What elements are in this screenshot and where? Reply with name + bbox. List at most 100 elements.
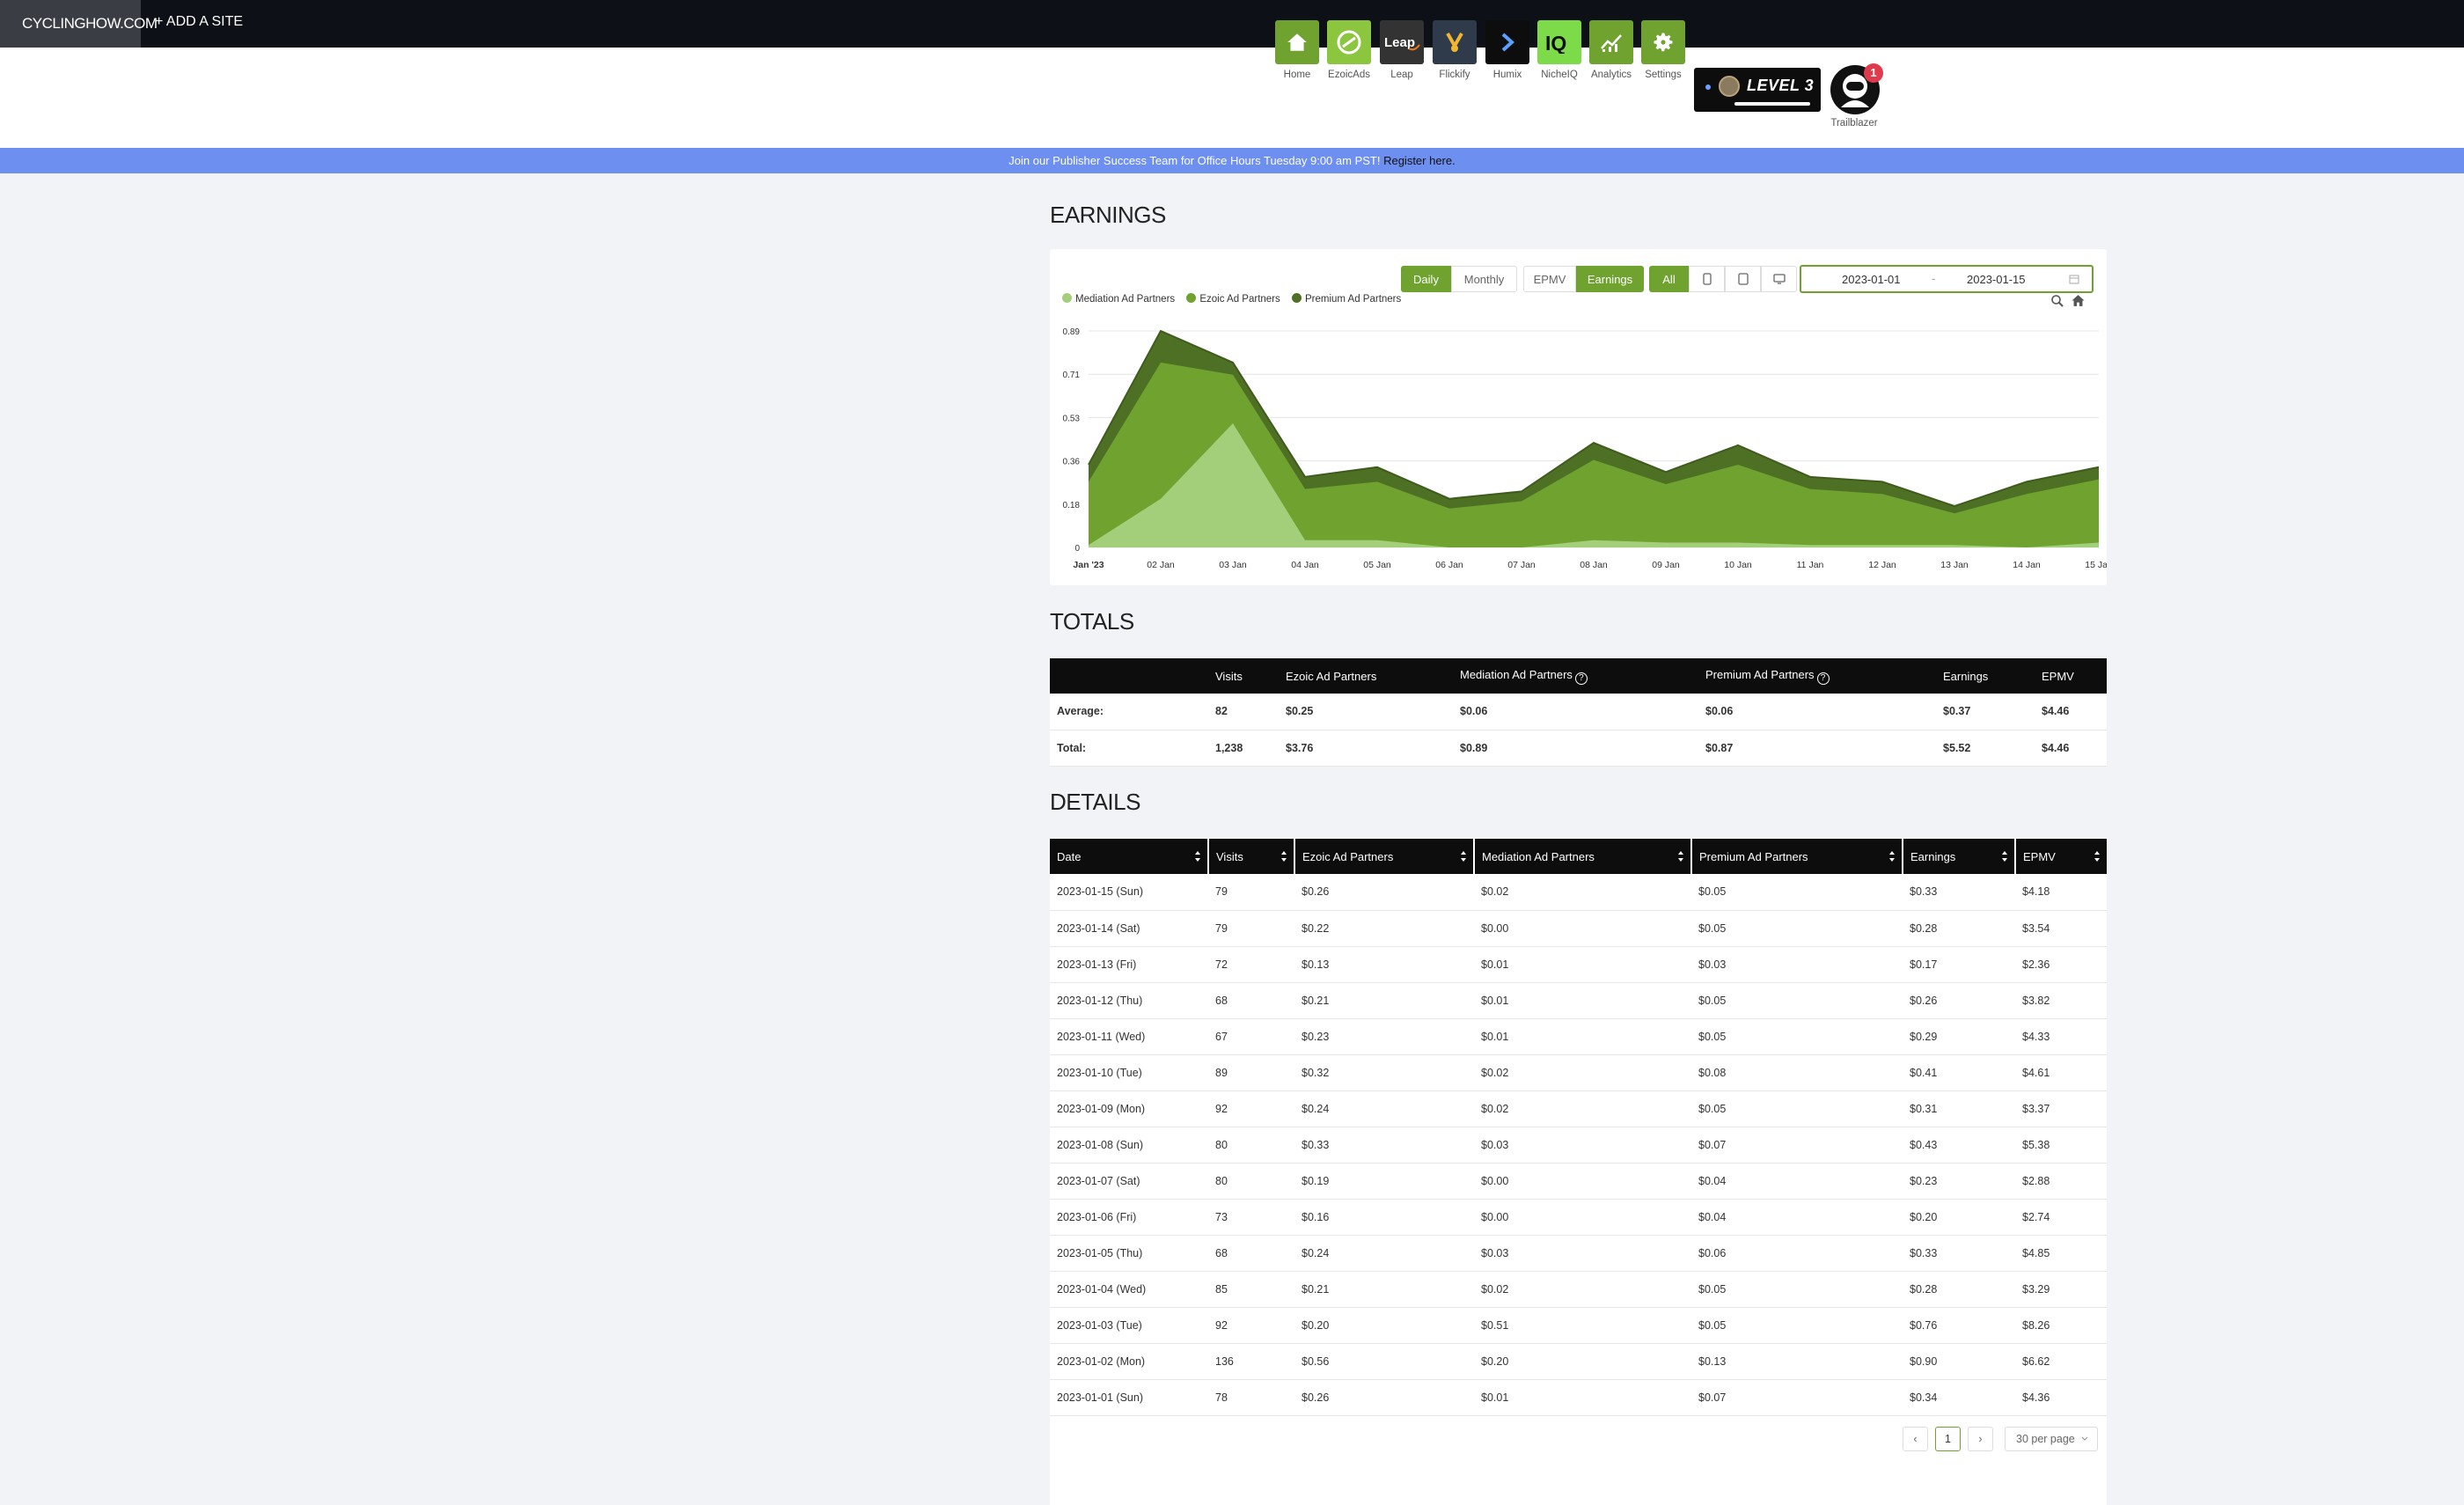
nav-humix[interactable]: Humix bbox=[1481, 20, 1534, 80]
table-cell: 72 bbox=[1208, 946, 1294, 983]
nav-settings[interactable]: Settings bbox=[1637, 20, 1690, 80]
level-badge[interactable]: LEVEL 3 bbox=[1694, 68, 1821, 112]
table-cell: 73 bbox=[1208, 1199, 1294, 1236]
table-cell: $0.05 bbox=[1691, 910, 1903, 947]
nav-label: Humix bbox=[1492, 70, 1522, 80]
table-cell: $0.33 bbox=[1294, 1127, 1474, 1164]
table-cell: $0.00 bbox=[1474, 1163, 1691, 1200]
table-cell: 85 bbox=[1208, 1271, 1294, 1308]
table-cell: $0.28 bbox=[1903, 910, 2015, 947]
x-tick-label: 10 Jan bbox=[1724, 560, 1752, 570]
nav-analytics[interactable]: Analytics bbox=[1585, 20, 1638, 80]
table-cell: 2023-01-12 (Thu) bbox=[1050, 982, 1208, 1019]
table-cell: $0.05 bbox=[1691, 1271, 1903, 1308]
next-page-button[interactable]: › bbox=[1968, 1427, 1993, 1451]
table-cell: $0.00 bbox=[1474, 1199, 1691, 1236]
table-cell: $0.01 bbox=[1474, 1018, 1691, 1055]
sortable-column-header[interactable]: Ezoic Ad Partners bbox=[1294, 839, 1474, 874]
sortable-column-header[interactable]: Visits bbox=[1207, 839, 1294, 874]
sort-icon[interactable] bbox=[1280, 849, 1287, 863]
table-cell: $0.17 bbox=[1903, 946, 2015, 983]
sortable-column-header[interactable]: Mediation Ad Partners bbox=[1473, 839, 1691, 874]
sort-icon[interactable] bbox=[1194, 849, 1201, 863]
table-cell: $0.28 bbox=[1903, 1271, 2015, 1308]
sortable-column-header[interactable]: Earnings bbox=[1902, 839, 2015, 874]
table-cell: $0.20 bbox=[1294, 1307, 1474, 1344]
office-hours-banner: Join our Publisher Success Team for Offi… bbox=[0, 148, 2464, 173]
table-cell: $4.18 bbox=[2015, 874, 2107, 911]
table-cell: $0.05 bbox=[1691, 1018, 1903, 1055]
help-icon[interactable]: ? bbox=[1574, 672, 1588, 685]
x-tick-label: 06 Jan bbox=[1435, 560, 1463, 570]
table-cell: $0.06 bbox=[1691, 1235, 1903, 1272]
site-tab[interactable]: CYCLINGHOW.COM bbox=[0, 0, 158, 48]
table-cell: $0.26 bbox=[1903, 982, 2015, 1019]
sort-icon[interactable] bbox=[1677, 849, 1684, 863]
table-cell: $0.05 bbox=[1691, 982, 1903, 1019]
nav-home[interactable]: Home bbox=[1271, 20, 1324, 80]
help-icon[interactable]: ? bbox=[1816, 672, 1830, 685]
table-cell: $0.33 bbox=[1903, 1235, 2015, 1272]
table-cell: $0.16 bbox=[1294, 1199, 1474, 1236]
table-row: 2023-01-08 (Sun) 80 $0.33 $0.03 $0.07 $0.43 $5… bbox=[1050, 1127, 2107, 1164]
table-cell: $6.62 bbox=[2015, 1343, 2107, 1380]
flickify-icon bbox=[1433, 20, 1477, 64]
earnings-area-chart: 0 0.18 0.36 0.53 0.71 0.89 Jan '23 02 Jan 03 Jan… bbox=[1063, 327, 2107, 570]
nav-flickify[interactable]: Flickify bbox=[1428, 20, 1481, 80]
page-1-button[interactable]: 1 bbox=[1935, 1427, 1961, 1451]
column-header: Ezoic Ad Partners bbox=[1279, 658, 1453, 694]
table-cell: $0.41 bbox=[1903, 1054, 2015, 1091]
nav-ezoicads[interactable]: EzoicAds bbox=[1323, 20, 1375, 80]
table-cell: $0.90 bbox=[1903, 1343, 2015, 1380]
level-text: LEVEL 3 bbox=[1747, 77, 1815, 94]
table-row: 2023-01-05 (Thu) 68 $0.24 $0.03 $0.06 $0.33 $4… bbox=[1050, 1235, 2107, 1272]
table-cell: $0.13 bbox=[1691, 1343, 1903, 1380]
y-tick-label: 0 bbox=[1074, 544, 1080, 554]
table-cell: $0.07 bbox=[1691, 1379, 1903, 1416]
sortable-column-header[interactable]: Premium Ad Partners bbox=[1690, 839, 1903, 874]
nav-nicheiq[interactable]: IQ NicheIQ bbox=[1533, 20, 1586, 80]
table-cell: 80 bbox=[1208, 1163, 1294, 1200]
table-cell: $0.21 bbox=[1294, 1271, 1474, 1308]
table-cell: $0.87 bbox=[1698, 730, 1936, 767]
table-cell: $0.29 bbox=[1903, 1018, 2015, 1055]
table-cell: $0.19 bbox=[1294, 1163, 1474, 1200]
x-tick-label: 09 Jan bbox=[1652, 560, 1680, 570]
table-row: 2023-01-13 (Fri) 72 $0.13 $0.01 $0.03 $0.17 $2… bbox=[1050, 946, 2107, 983]
x-tick-label: 03 Jan bbox=[1219, 560, 1247, 570]
level-progress-bar bbox=[1734, 102, 1810, 106]
prev-page-button[interactable]: ‹ bbox=[1903, 1427, 1928, 1451]
table-cell: 2023-01-02 (Mon) bbox=[1050, 1343, 1208, 1380]
table-row: 2023-01-01 (Sun) 78 $0.26 $0.01 $0.07 $0.34 $4… bbox=[1050, 1379, 2107, 1416]
table-row: 2023-01-09 (Mon) 92 $0.24 $0.02 $0.05 $0.31 $3… bbox=[1050, 1090, 2107, 1127]
table-cell: $0.31 bbox=[1903, 1090, 2015, 1127]
sort-icon[interactable] bbox=[2094, 849, 2101, 863]
table-cell: $0.08 bbox=[1691, 1054, 1903, 1091]
per-page-select[interactable]: 30 per page bbox=[2005, 1427, 2098, 1451]
nav-label: Leap bbox=[1390, 70, 1413, 80]
sortable-column-header[interactable]: Date bbox=[1050, 839, 1208, 874]
column-header-label: Earnings bbox=[1910, 849, 1956, 863]
table-cell: 2023-01-07 (Sat) bbox=[1050, 1163, 1208, 1200]
table-cell: Average: bbox=[1050, 694, 1208, 730]
table-cell: 1,238 bbox=[1208, 730, 1279, 767]
table-cell: $0.02 bbox=[1474, 874, 1691, 911]
column-header-label: Date bbox=[1057, 849, 1082, 863]
register-link[interactable]: Register here. bbox=[1383, 154, 1456, 167]
x-tick-label: 15 Jan bbox=[2085, 560, 2107, 570]
add-site-link[interactable]: + ADD A SITE bbox=[155, 0, 243, 48]
nav-leap[interactable]: Leap Leap bbox=[1375, 20, 1428, 80]
x-tick-label: 14 Jan bbox=[2013, 560, 2041, 570]
table-cell: 2023-01-05 (Thu) bbox=[1050, 1235, 1208, 1272]
details-table: Date Visits Ezoic Ad Partners Mediation Ad … bbox=[1050, 839, 2107, 1416]
table-cell: $0.34 bbox=[1903, 1379, 2015, 1416]
table-cell: 2023-01-08 (Sun) bbox=[1050, 1127, 1208, 1164]
sort-icon[interactable] bbox=[2001, 849, 2008, 863]
table-cell: 67 bbox=[1208, 1018, 1294, 1055]
x-tick-label: 11 Jan bbox=[1797, 560, 1824, 570]
nicheiq-icon: IQ bbox=[1537, 20, 1581, 64]
sort-icon[interactable] bbox=[1888, 849, 1896, 863]
sortable-column-header[interactable]: EPMV bbox=[2014, 839, 2107, 874]
sort-icon[interactable] bbox=[1460, 849, 1467, 863]
table-cell: $0.01 bbox=[1474, 1379, 1691, 1416]
